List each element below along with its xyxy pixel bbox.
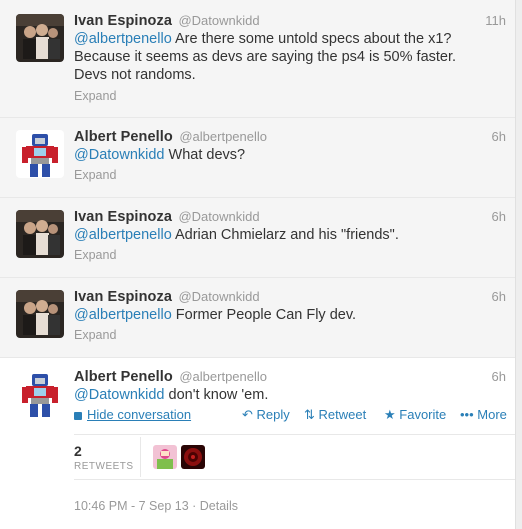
avatar-ivan[interactable] bbox=[16, 14, 64, 62]
scrollbar-track[interactable] bbox=[515, 0, 522, 529]
tweet-body: Former People Can Fly dev. bbox=[171, 307, 357, 323]
tweet-author-handle[interactable]: @Datownkidd bbox=[178, 209, 259, 224]
more-button[interactable]: ••• More bbox=[460, 407, 507, 422]
tweet-text: @albertpenello Adrian Chmielarz and his … bbox=[74, 226, 492, 244]
tweet-3[interactable]: Ivan Espinoza @Datownkidd 6h @albertpene… bbox=[0, 198, 516, 278]
tweet-timestamp[interactable]: 6h bbox=[492, 128, 506, 146]
expand-link[interactable]: Expand bbox=[74, 328, 116, 342]
retweeter-avatar-1[interactable] bbox=[153, 445, 177, 469]
mention-link[interactable]: @albertpenello bbox=[74, 227, 172, 243]
tweet-2[interactable]: Albert Penello @albertpenello 6h @Datown… bbox=[0, 118, 516, 198]
tweet-timestamp[interactable]: 6h bbox=[492, 288, 506, 306]
tweet-text: @Datownkidd don't know 'em. bbox=[74, 386, 492, 404]
tweet-text: @albertpenello Are there some untold spe… bbox=[74, 30, 492, 84]
tweet-author-handle[interactable]: @albertpenello bbox=[179, 369, 267, 384]
reply-button[interactable]: ↶ Reply bbox=[242, 407, 290, 423]
tweet-body: What devs? bbox=[164, 147, 246, 163]
expand-link[interactable]: Expand bbox=[74, 89, 116, 103]
retweet-count[interactable]: 2 bbox=[74, 443, 82, 459]
conversation-icon bbox=[74, 411, 82, 420]
tweet-body: Adrian Chmielarz and his "friends". bbox=[171, 227, 399, 243]
retweet-count-label: RETWEETS bbox=[74, 461, 134, 472]
more-label: More bbox=[477, 407, 507, 422]
tweet-text: @Datownkidd What devs? bbox=[74, 146, 492, 164]
tweet-author-name[interactable]: Albert Penello bbox=[74, 129, 173, 145]
mention-link[interactable]: @Datownkidd bbox=[74, 147, 164, 163]
avatar-ivan[interactable] bbox=[16, 210, 64, 258]
favorite-button[interactable]: ★ Favorite bbox=[384, 407, 446, 423]
favorite-label: Favorite bbox=[399, 407, 447, 422]
reply-label: Reply bbox=[256, 407, 290, 422]
retweeter-avatar-2[interactable] bbox=[181, 445, 205, 469]
avatar-albert[interactable] bbox=[16, 130, 64, 178]
tweet-1[interactable]: Ivan Espinoza @Datownkidd 11h @albertpen… bbox=[0, 0, 516, 118]
mention-link[interactable]: @albertpenello bbox=[74, 31, 172, 47]
tweet-author-handle[interactable]: @Datownkidd bbox=[178, 13, 259, 28]
reply-icon: ↶ bbox=[242, 407, 253, 422]
hide-conversation-label: Hide conversation bbox=[87, 407, 192, 422]
retweet-stats: 2 RETWEETS bbox=[74, 434, 516, 480]
hide-conversation-link[interactable]: Hide conversation bbox=[74, 407, 191, 422]
tweet-body: don't know 'em. bbox=[164, 387, 269, 403]
tweet-timestamp[interactable]: 6h bbox=[492, 208, 506, 226]
tweet-timestamp[interactable]: 11h bbox=[485, 12, 506, 30]
avatar-ivan[interactable] bbox=[16, 290, 64, 338]
tweet-5-expanded[interactable]: Albert Penello @albertpenello 6h @Datown… bbox=[0, 358, 516, 529]
tweet-author-handle[interactable]: @Datownkidd bbox=[178, 289, 259, 304]
tweet-author-name[interactable]: Albert Penello bbox=[74, 369, 173, 385]
stats-divider bbox=[140, 437, 141, 477]
tweet-author-handle[interactable]: @albertpenello bbox=[179, 129, 267, 144]
tweet-4[interactable]: Ivan Espinoza @Datownkidd 6h @albertpene… bbox=[0, 278, 516, 358]
retweet-button[interactable]: ⇅ Retweet bbox=[304, 407, 366, 423]
tweet-text: @albertpenello Former People Can Fly dev… bbox=[74, 306, 492, 324]
mention-link[interactable]: @albertpenello bbox=[74, 307, 172, 323]
tweet-author-name[interactable]: Ivan Espinoza bbox=[74, 209, 172, 225]
retweet-label: Retweet bbox=[318, 407, 367, 422]
tweet-author-name[interactable]: Ivan Espinoza bbox=[74, 13, 172, 29]
expand-link[interactable]: Expand bbox=[74, 248, 116, 262]
tweet-footer-timestamp[interactable]: 10:46 PM - 7 Sep 13 · Details bbox=[74, 499, 238, 513]
tweet-timestamp[interactable]: 6h bbox=[492, 368, 506, 386]
more-icon: ••• bbox=[460, 407, 474, 422]
retweet-icon: ⇅ bbox=[304, 407, 315, 422]
favorite-icon: ★ bbox=[384, 407, 396, 422]
avatar-albert[interactable] bbox=[16, 370, 64, 418]
mention-link[interactable]: @Datownkidd bbox=[74, 387, 164, 403]
tweet-author-name[interactable]: Ivan Espinoza bbox=[74, 289, 172, 305]
expand-link[interactable]: Expand bbox=[74, 168, 116, 182]
